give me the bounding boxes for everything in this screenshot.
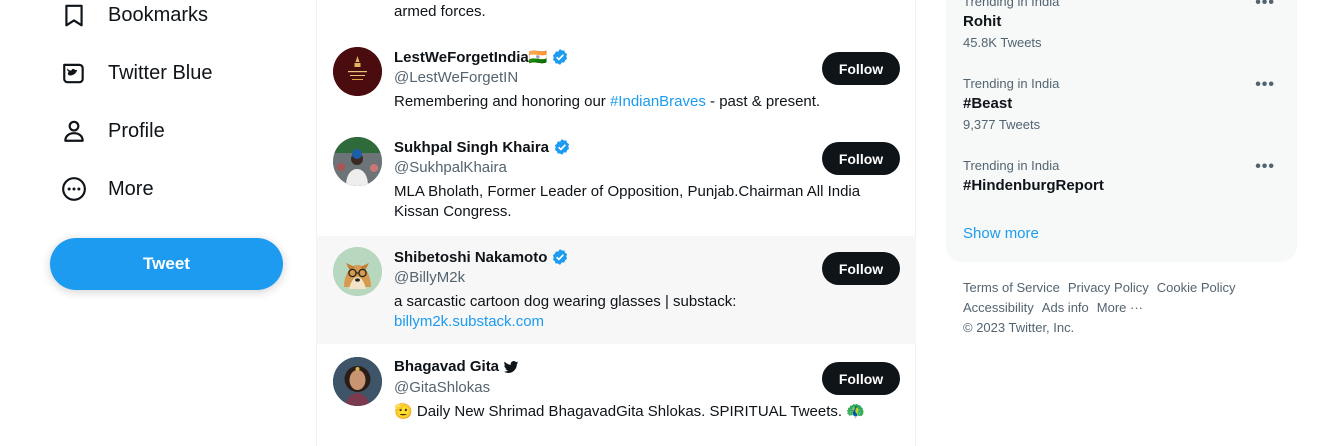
user-handle: @SukhpalKhaira xyxy=(394,159,507,176)
user-cell[interactable]: Sukhpal Singh Khaira @SukhpalKhaira MLA … xyxy=(317,122,916,236)
who-to-follow-list: armed forces. LestWeForgetIndia🇮🇳 @LestW… xyxy=(316,0,916,446)
footer-link-more[interactable]: More ··· xyxy=(1097,300,1143,315)
trend-item[interactable]: Trending in India Rohit 45.8K Tweets ••• xyxy=(963,0,1283,50)
verified-badge-icon xyxy=(551,248,569,266)
trend-count: 45.8K Tweets xyxy=(963,35,1042,50)
nav-item-more[interactable]: More xyxy=(60,169,154,209)
left-navigation: Bookmarks Twitter Blue Profile More Twee… xyxy=(0,0,316,446)
avatar-image xyxy=(333,247,382,296)
nav-label: More xyxy=(108,177,154,200)
more-options-icon[interactable]: ••• xyxy=(1255,76,1275,94)
footer-link-terms[interactable]: Terms of Service xyxy=(963,280,1060,295)
follow-button[interactable]: Follow xyxy=(822,142,900,175)
avatar-image xyxy=(333,137,382,186)
user-cell[interactable]: Shibetoshi Nakamoto @BillyM2k a sarcasti… xyxy=(317,236,916,344)
twitter-blue-icon xyxy=(60,59,88,87)
nav-label: Profile xyxy=(108,119,165,142)
bookmark-icon xyxy=(60,1,88,29)
avatar[interactable] xyxy=(333,47,382,96)
tweet-button[interactable]: Tweet xyxy=(50,238,283,290)
previous-bio-tail: armed forces. xyxy=(394,3,486,20)
user-bio: MLA Bholath, Former Leader of Opposition… xyxy=(394,183,861,220)
footer-link-cookie[interactable]: Cookie Policy xyxy=(1157,280,1236,295)
nav-label: Bookmarks xyxy=(108,3,209,26)
show-more-link[interactable]: Show more xyxy=(963,225,1039,242)
trend-context: Trending in India xyxy=(963,76,1060,91)
footer-link-privacy[interactable]: Privacy Policy xyxy=(1068,280,1149,295)
nav-label: Twitter Blue xyxy=(108,61,213,84)
trend-item[interactable]: Trending in India #Beast 9,377 Tweets ••… xyxy=(963,76,1283,132)
trend-title: Rohit xyxy=(963,13,1002,30)
trend-count: 9,377 Tweets xyxy=(963,117,1041,132)
hashtag-link[interactable]: #IndianBraves xyxy=(610,93,706,110)
substack-link[interactable]: billym2k.substack.com xyxy=(394,312,894,332)
trend-title: #Beast xyxy=(963,95,1013,112)
user-cell[interactable]: Bhagavad Gita @GitaShlokas 🫡 Daily New S… xyxy=(317,344,916,446)
follow-button[interactable]: Follow xyxy=(822,252,900,285)
user-name[interactable]: Bhagavad Gita xyxy=(394,358,519,375)
user-bio: Remembering and honoring our #IndianBrav… xyxy=(394,93,821,110)
user-name[interactable]: Sukhpal Singh Khaira xyxy=(394,138,571,156)
more-circle-icon xyxy=(60,175,88,203)
trend-context: Trending in India xyxy=(963,0,1060,9)
nav-item-bookmarks[interactable]: Bookmarks xyxy=(60,0,208,35)
user-bio: a sarcastic cartoon dog wearing glasses … xyxy=(394,292,894,332)
footer-link-ads-info[interactable]: Ads info xyxy=(1042,300,1089,315)
verified-badge-icon xyxy=(553,138,571,156)
user-name[interactable]: LestWeForgetIndia🇮🇳 xyxy=(394,48,569,66)
avatar[interactable] xyxy=(333,357,382,406)
more-options-icon[interactable]: ••• xyxy=(1255,158,1275,176)
user-cell[interactable]: LestWeForgetIndia🇮🇳 @LestWeForgetIN Reme… xyxy=(317,32,916,122)
trend-item[interactable]: Trending in India #HindenburgReport ••• xyxy=(963,158,1283,194)
follow-button[interactable]: Follow xyxy=(822,362,900,395)
copyright-text: © 2023 Twitter, Inc. xyxy=(963,320,1075,335)
user-handle: @BillyM2k xyxy=(394,269,466,286)
trend-title: #HindenburgReport xyxy=(963,177,1104,194)
footer-links: Terms of Service Privacy Policy Cookie Pol… xyxy=(963,278,1263,338)
user-handle: @LestWeForgetIN xyxy=(394,69,519,86)
nav-item-profile[interactable]: Profile xyxy=(60,111,165,151)
avatar[interactable] xyxy=(333,137,382,186)
more-options-icon[interactable]: ••• xyxy=(1255,0,1275,12)
verified-badge-icon xyxy=(551,48,569,66)
user-name[interactable]: Shibetoshi Nakamoto xyxy=(394,248,569,266)
profile-icon xyxy=(60,117,88,145)
avatar-image xyxy=(333,357,382,406)
footer-link-accessibility[interactable]: Accessibility xyxy=(963,300,1034,315)
avatar[interactable] xyxy=(333,247,382,296)
twitter-bird-icon xyxy=(503,359,519,375)
follow-button[interactable]: Follow xyxy=(822,52,900,85)
user-handle: @GitaShlokas xyxy=(394,379,491,396)
avatar-image xyxy=(333,47,382,96)
user-bio: 🫡 Daily New Shrimad BhagavadGita Shlokas… xyxy=(394,403,865,420)
trend-context: Trending in India xyxy=(963,158,1060,173)
nav-item-twitter-blue[interactable]: Twitter Blue xyxy=(60,53,212,93)
